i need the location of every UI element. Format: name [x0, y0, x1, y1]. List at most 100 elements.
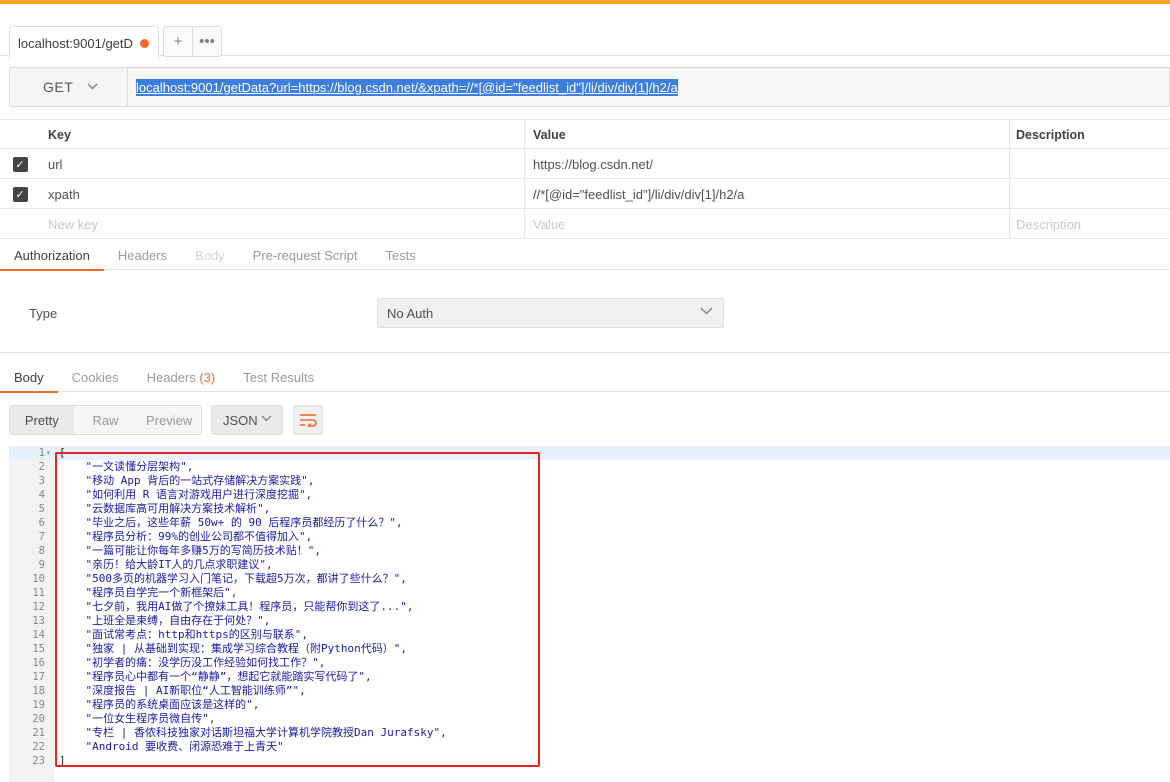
param-description[interactable]	[1010, 149, 1170, 179]
response-tab-body[interactable]: Body	[0, 362, 58, 393]
code-text: "云数据库高可用解决方案技术解析",	[59, 502, 271, 515]
tab-authorization[interactable]: Authorization	[0, 240, 104, 271]
response-body-editor[interactable]: 1 ▾ [2 "一文读懂分层架构", 3 "移动 App 背后的一站式存储解决方案实践…	[9, 446, 1170, 782]
code-line: 10 "500多页的机器学习入门笔记，下载超5万次，都讲了些什么？",	[9, 572, 1170, 586]
view-pretty-button[interactable]: Pretty	[10, 406, 74, 434]
code-line: 3 "移动 App 背后的一站式存储解决方案实践",	[9, 474, 1170, 488]
line-number: 1	[38, 447, 45, 459]
params-header-row: Key Value Description	[0, 119, 1170, 150]
line-number: 19	[32, 699, 45, 711]
code-line: 1 ▾ [	[9, 446, 1170, 460]
code-text: "面试常考点：http和https的区别与联系",	[59, 628, 308, 641]
view-preview-button[interactable]: Preview	[137, 406, 201, 434]
line-number: 13	[32, 615, 45, 627]
method-select[interactable]: GET	[9, 67, 128, 107]
param-row-new: New key Value Description	[0, 209, 1170, 239]
code-line: 17 "程序员心中都有一个“静静”，想起它就能踏实写代码了",	[9, 670, 1170, 684]
code-text: "一篇可能让你每年多赚5万的写简历技术贴！",	[59, 544, 321, 557]
code-text: "亲历！给大龄IT人的几点求职建议",	[59, 558, 273, 571]
more-tabs-button[interactable]: •••	[193, 27, 221, 56]
line-number: 4	[38, 489, 45, 501]
response-tab-test-results[interactable]: Test Results	[229, 362, 328, 392]
tab-tests[interactable]: Tests	[371, 240, 429, 270]
new-tab-button[interactable]: +	[164, 27, 193, 56]
line-number: 16	[32, 657, 45, 669]
tab-pre-request-script[interactable]: Pre-request Script	[239, 240, 372, 270]
code-text: [	[59, 446, 66, 459]
line-number: 23	[32, 755, 45, 767]
line-number: 20	[32, 713, 45, 725]
new-description-input[interactable]: Description	[1010, 209, 1170, 239]
response-headers-count: (3)	[199, 369, 216, 385]
request-tab-title: localhost:9001/getD	[18, 35, 133, 51]
wrap-lines-icon	[300, 414, 317, 427]
param-checkbox[interactable]: ✓	[12, 156, 28, 172]
code-line: 9 "亲历！给大龄IT人的几点求职建议",	[9, 558, 1170, 572]
format-value: JSON	[223, 412, 258, 428]
code-line: 13 "上班全是束缚，自由存在于何处？",	[9, 614, 1170, 628]
param-value[interactable]: //*[@id="feedlist_id"]/li/div/div[1]/h2/…	[525, 179, 1010, 209]
auth-type-value: No Auth	[387, 305, 434, 321]
code-line: 12 "七夕前，我用AI做了个撩妹工具！程序员，只能帮你到这了...",	[9, 600, 1170, 614]
line-number: 7	[38, 531, 45, 543]
auth-type-label: Type	[29, 306, 58, 321]
line-number: 10	[32, 573, 45, 585]
tab-body[interactable]: Body	[181, 240, 239, 270]
code-text: "独家 | 从基础到实现：集成学习综合教程（附Python代码）",	[59, 642, 407, 655]
line-number: 5	[38, 503, 45, 515]
code-text: "上班全是束缚，自由存在于何处？",	[59, 614, 271, 627]
line-number: 22	[32, 741, 45, 753]
line-number: 6	[38, 517, 45, 529]
code-line: 16 "初学者的痛：没学历没工作经验如何找工作？",	[9, 656, 1170, 670]
code-line: 22 "Android 要收费、闭源恐难于上青天"	[9, 740, 1170, 754]
url-input[interactable]: localhost:9001/getData?url=https://blog.…	[128, 67, 1170, 107]
response-divider	[0, 352, 1170, 353]
param-row: ✓ url https://blog.csdn.net/	[0, 149, 1170, 179]
view-raw-button[interactable]: Raw	[74, 406, 138, 434]
code-text: "初学者的痛：没学历没工作经验如何找工作？",	[59, 656, 326, 669]
code-line: 19 "程序员的系统桌面应该是这样的",	[9, 698, 1170, 712]
code-line: 5 "云数据库高可用解决方案技术解析",	[9, 502, 1170, 516]
url-bar: GET localhost:9001/getData?url=https://b…	[9, 67, 1170, 107]
code-text: "如何利用 R 语言对游戏用户进行深度挖掘",	[59, 488, 313, 501]
code-line: 21 "专栏 | 香侬科技独家对话斯坦福大学计算机学院教授Dan Jurafsk…	[9, 726, 1170, 740]
fold-toggle-icon[interactable]: ▾	[46, 446, 51, 460]
code-text: "Android 要收费、闭源恐难于上青天"	[59, 740, 284, 753]
line-number: 18	[32, 685, 45, 697]
response-tab-cookies[interactable]: Cookies	[58, 362, 133, 392]
chevron-down-icon	[87, 81, 98, 93]
code-line: 7 "程序员分析：99%的创业公司都不值得加入",	[9, 530, 1170, 544]
tab-headers[interactable]: Headers	[104, 240, 181, 270]
format-select[interactable]: JSON	[211, 405, 283, 435]
code-text: "500多页的机器学习入门笔记，下载超5万次，都讲了些什么？",	[59, 572, 407, 585]
param-row: ✓ xpath //*[@id="feedlist_id"]/li/div/di…	[0, 179, 1170, 209]
code-line: 11 "程序员自学完一个新框架后",	[9, 586, 1170, 600]
code-line: 4 "如何利用 R 语言对游戏用户进行深度挖掘",	[9, 488, 1170, 502]
request-tabs-bar: localhost:9001/getD + •••	[0, 4, 1170, 60]
param-description[interactable]	[1010, 179, 1170, 209]
code-line: 15 "独家 | 从基础到实现：集成学习综合教程（附Python代码）",	[9, 642, 1170, 656]
line-number: 21	[32, 727, 45, 739]
code-text: "七夕前，我用AI做了个撩妹工具！程序员，只能帮你到这了...",	[59, 600, 414, 613]
code-line: 2 "一文读懂分层架构",	[9, 460, 1170, 474]
response-tab-headers[interactable]: Headers (3)	[133, 362, 230, 392]
code-text: ]	[59, 754, 66, 767]
auth-type-select[interactable]: No Auth	[377, 298, 724, 328]
code-text: "程序员的系统桌面应该是这样的",	[59, 698, 260, 711]
code-line: 18 "深度报告 | AI新职位“人工智能训练师”",	[9, 684, 1170, 698]
response-tabs: Body Cookies Headers (3) Test Results	[0, 362, 1170, 393]
code-text: "毕业之后，这些年薪 50w+ 的 90 后程序员都经历了什么？",	[59, 516, 403, 529]
request-tab[interactable]: localhost:9001/getD	[9, 26, 159, 60]
line-number: 3	[38, 475, 45, 487]
param-key[interactable]: xpath	[40, 179, 525, 209]
param-checkbox[interactable]: ✓	[12, 186, 28, 202]
code-line: 8 "一篇可能让你每年多赚5万的写简历技术贴！",	[9, 544, 1170, 558]
new-key-input[interactable]: New key	[40, 209, 525, 239]
code-line: 20 "一位女生程序员微自传",	[9, 712, 1170, 726]
param-key[interactable]: url	[40, 149, 525, 179]
wrap-lines-button[interactable]	[293, 405, 323, 435]
param-value[interactable]: https://blog.csdn.net/	[525, 149, 1010, 179]
code-line: 14 "面试常考点：http和https的区别与联系",	[9, 628, 1170, 642]
new-value-input[interactable]: Value	[525, 209, 1010, 239]
description-column-header: Description	[1016, 128, 1085, 142]
